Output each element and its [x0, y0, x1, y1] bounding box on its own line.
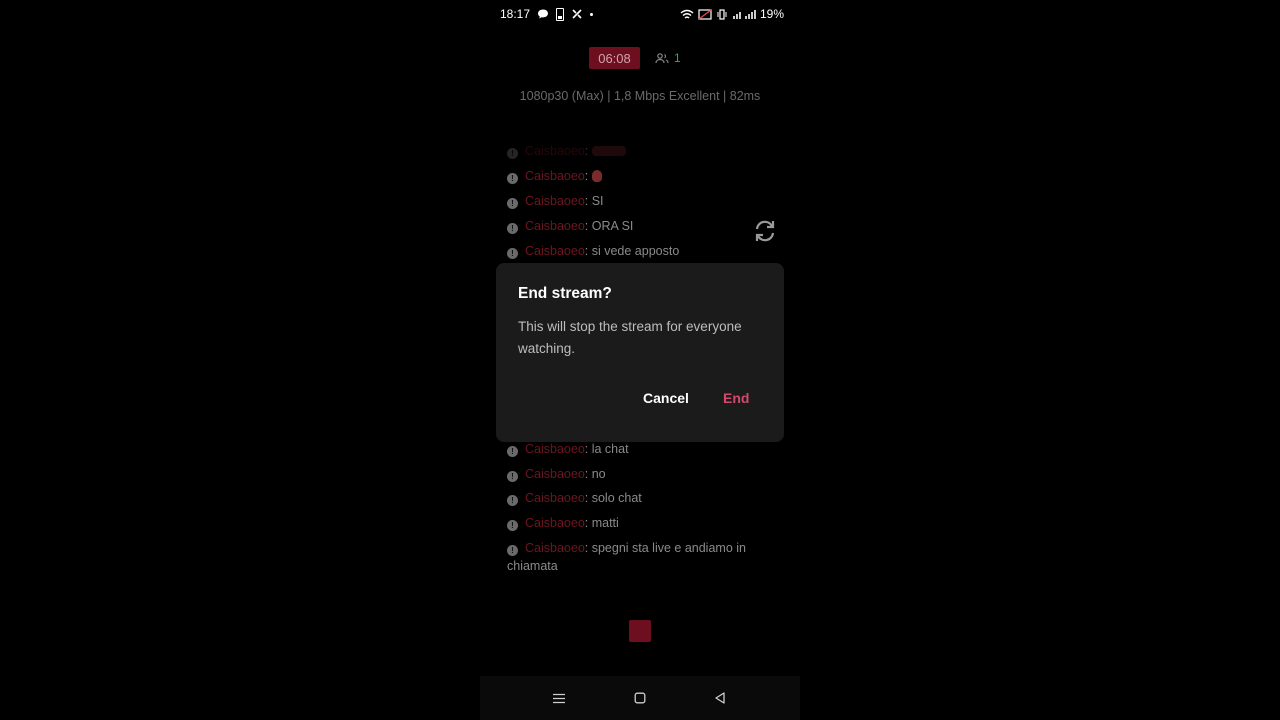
- chat-message: ! Caisbaoeo: la chat: [507, 440, 767, 458]
- chat-message: ! Caisbaoeo:: [507, 167, 767, 185]
- dialog-message: This will stop the stream for everyone w…: [518, 319, 742, 356]
- emoji-icon: [591, 170, 602, 182]
- chat-message: ! Caisbaoeo: no: [507, 465, 767, 483]
- battery-percent: 19%: [759, 7, 784, 21]
- stop-stream-button[interactable]: [629, 620, 651, 642]
- viewer-count-value: 1: [674, 51, 681, 65]
- wifi-icon: [680, 9, 694, 19]
- cancel-button[interactable]: Cancel: [643, 390, 689, 406]
- signal-icon: [733, 9, 756, 19]
- user-badge-icon: !: [507, 545, 518, 556]
- cast-icon: [698, 8, 712, 20]
- chat-text: si vede apposto: [591, 244, 680, 258]
- tools-icon: [572, 9, 582, 19]
- chat-username[interactable]: Caisbaoeo: [525, 491, 585, 505]
- end-stream-dialog: End stream? This will stop the stream fo…: [496, 263, 784, 442]
- chat-message: ! Caisbaoeo: matti: [507, 514, 767, 532]
- chat-message: ! Caisbaoeo: SI: [507, 192, 767, 210]
- user-badge-icon: !: [507, 495, 518, 506]
- chat-username[interactable]: Caisbaoeo: [525, 194, 585, 208]
- chat-username[interactable]: Caisbaoeo: [525, 144, 585, 158]
- user-badge-icon: !: [507, 471, 518, 482]
- battery-saver-icon: [556, 7, 565, 21]
- user-badge-icon: !: [507, 198, 518, 209]
- dialog-title: End stream?: [518, 285, 612, 302]
- status-time: 18:17: [500, 7, 531, 21]
- home-icon[interactable]: [631, 690, 649, 706]
- status-bar: 18:17 19%: [480, 0, 800, 28]
- user-badge-icon: !: [507, 520, 518, 531]
- refresh-icon[interactable]: [752, 218, 778, 244]
- chat-username[interactable]: Caisbaoeo: [525, 516, 585, 530]
- back-icon[interactable]: [711, 690, 729, 706]
- dot-icon: [590, 12, 594, 16]
- user-badge-icon: !: [507, 446, 518, 457]
- chat-message: ! Caisbaoeo: spegni sta live e andiamo in…: [507, 541, 746, 573]
- chat-message: ! Caisbaoeo: si vede apposto: [507, 242, 767, 260]
- chat-username[interactable]: Caisbaoeo: [525, 244, 585, 258]
- menu-icon[interactable]: [550, 690, 568, 706]
- chat-text: la chat: [591, 442, 629, 456]
- chat-message: ! Caisbaoeo: ORA SI: [507, 217, 767, 235]
- chat-text: solo chat: [591, 491, 642, 505]
- vibrate-icon: [717, 8, 727, 20]
- user-badge-icon: !: [507, 223, 518, 234]
- stream-stats: 1080p30 (Max) | 1,8 Mbps Excellent | 82m…: [519, 89, 761, 103]
- navigation-bar: [480, 676, 800, 720]
- end-button[interactable]: End: [723, 390, 749, 406]
- user-badge-icon: !: [507, 173, 518, 184]
- chat-username[interactable]: Caisbaoeo: [525, 467, 585, 481]
- viewer-count: 1: [655, 50, 681, 66]
- emoji-icon: [591, 146, 626, 156]
- chat-message: ! Caisbaoeo:: [507, 142, 767, 160]
- user-badge-icon: !: [507, 148, 518, 159]
- chat-text: no: [591, 467, 606, 481]
- chat-username[interactable]: Caisbaoeo: [525, 219, 585, 233]
- chat-bubble-icon: [538, 9, 549, 19]
- phone-screen: 18:17 19% 06:08 1 1080p30 (Max) | 1,8 Mb…: [480, 0, 800, 720]
- chat-text: ORA SI: [591, 219, 634, 233]
- chat-username[interactable]: Caisbaoeo: [525, 442, 585, 456]
- chat-text: matti: [591, 516, 619, 530]
- chat-text: SI: [591, 194, 604, 208]
- user-badge-icon: !: [507, 248, 518, 259]
- viewers-icon: [655, 53, 669, 64]
- chat-username[interactable]: Caisbaoeo: [525, 169, 585, 183]
- chat-message: ! Caisbaoeo: solo chat: [507, 489, 767, 507]
- stream-timer: 06:08: [589, 47, 640, 69]
- chat-username[interactable]: Caisbaoeo: [525, 541, 585, 555]
